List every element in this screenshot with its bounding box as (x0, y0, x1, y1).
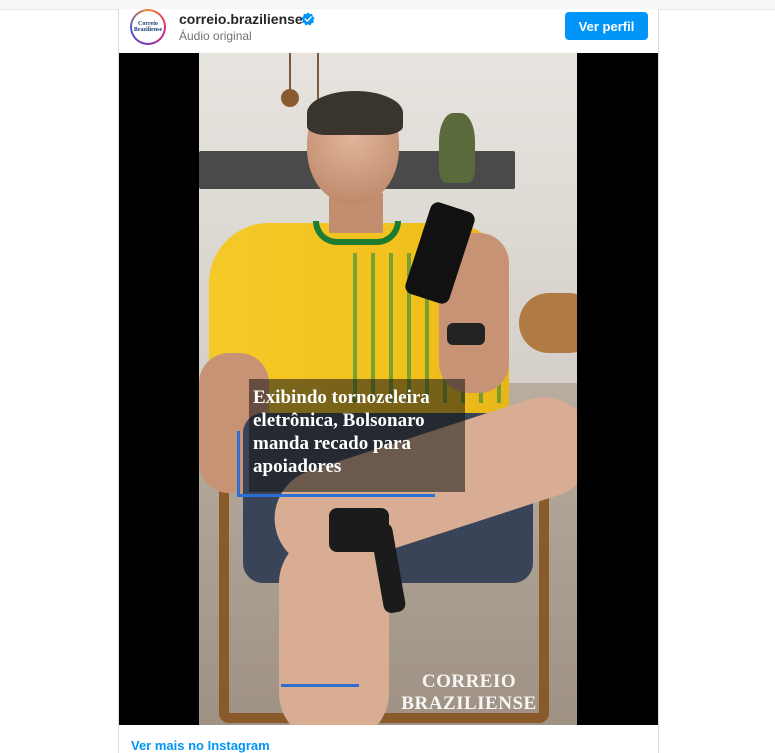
scene-table (519, 293, 577, 353)
shirt-collar (313, 221, 401, 245)
brand-accent-line (281, 684, 359, 687)
hanging-pot (281, 89, 299, 107)
video-caption: Exibindo tornozeleira eletrônica, Bolson… (253, 387, 430, 477)
watch (447, 323, 485, 345)
avatar-logo: Correio Braziliense (132, 11, 164, 43)
audio-subtitle[interactable]: Áudio original (179, 29, 252, 43)
hanging-utensil (289, 53, 291, 93)
view-profile-button[interactable]: Ver perfil (565, 12, 648, 40)
person-hair (307, 91, 403, 135)
caption-accent-line (237, 494, 435, 497)
video-player[interactable]: Exibindo tornozeleira eletrônica, Bolson… (119, 53, 658, 725)
caption-accent-line (237, 431, 240, 497)
post-header: Correio Braziliense correio.braziliense … (119, 9, 658, 53)
view-more-link[interactable]: Ver mais no Instagram (131, 738, 270, 753)
brand-watermark: CORREIO BRAZILIENSE (401, 671, 537, 714)
verified-badge-icon (301, 12, 315, 26)
scene-plant (439, 113, 475, 183)
avatar[interactable]: Correio Braziliense (130, 9, 166, 45)
instagram-embed-card: Correio Braziliense correio.braziliense … (118, 9, 659, 753)
video-frame: Exibindo tornozeleira eletrônica, Bolson… (199, 53, 577, 725)
username[interactable]: correio.braziliense (179, 11, 303, 27)
